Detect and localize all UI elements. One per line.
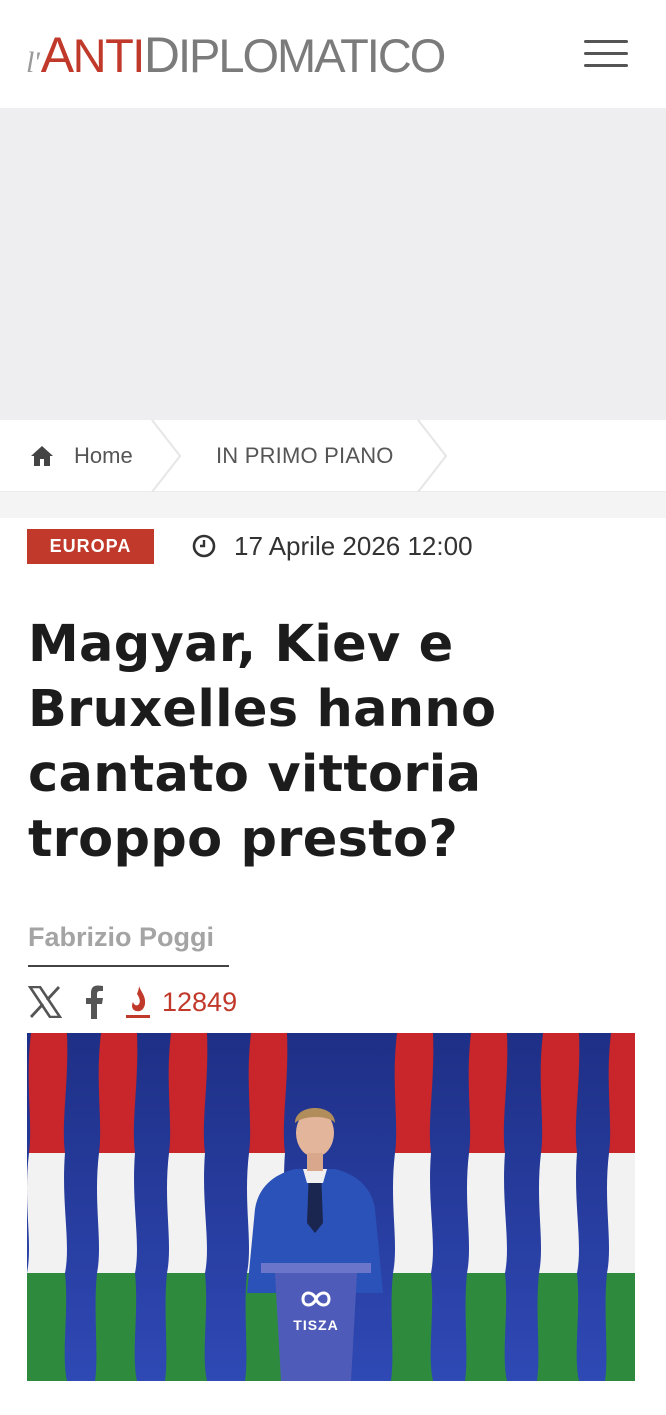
breadcrumb-separator bbox=[417, 420, 448, 492]
author-name[interactable]: Fabrizio Poggi bbox=[28, 922, 214, 953]
ad-placeholder bbox=[0, 108, 666, 420]
author-underline bbox=[28, 965, 229, 967]
x-icon[interactable] bbox=[28, 986, 62, 1018]
podium-text: TISZA bbox=[293, 1317, 338, 1333]
site-header: l' ANTI DIPLOMATICO bbox=[0, 0, 666, 108]
article-date: 17 Aprile 2026 12:00 bbox=[192, 528, 473, 564]
breadcrumb-home[interactable]: Home bbox=[30, 420, 133, 492]
category-badge[interactable]: EUROPA bbox=[27, 529, 154, 564]
breadcrumb-section[interactable]: IN PRIMO PIANO bbox=[216, 420, 394, 492]
home-icon bbox=[31, 446, 53, 466]
article-title: Magyar, Kiev e Bruxelles hanno cantato v… bbox=[28, 615, 497, 869]
fire-icon bbox=[126, 986, 150, 1018]
clock-icon bbox=[192, 534, 216, 558]
breadcrumb-home-label: Home bbox=[74, 443, 133, 468]
logo-diplomatico: DIPLOMATICO bbox=[143, 27, 447, 83]
share-bar: 12849 bbox=[28, 982, 237, 1022]
facebook-icon[interactable] bbox=[84, 985, 104, 1019]
logo-anti: ANTI bbox=[40, 27, 146, 83]
date-text: 17 Aprile 2026 12:00 bbox=[234, 530, 473, 561]
hamburger-menu-icon[interactable] bbox=[584, 38, 628, 70]
site-logo[interactable]: l' ANTI DIPLOMATICO bbox=[26, 26, 447, 83]
logo-prefix: l' bbox=[26, 46, 40, 79]
breadcrumb: Home IN PRIMO PIANO bbox=[0, 420, 666, 492]
divider-band bbox=[0, 492, 666, 518]
article-image: TISZA bbox=[27, 1033, 635, 1381]
views-count: 12849 bbox=[162, 986, 238, 1017]
breadcrumb-separator bbox=[151, 420, 182, 492]
